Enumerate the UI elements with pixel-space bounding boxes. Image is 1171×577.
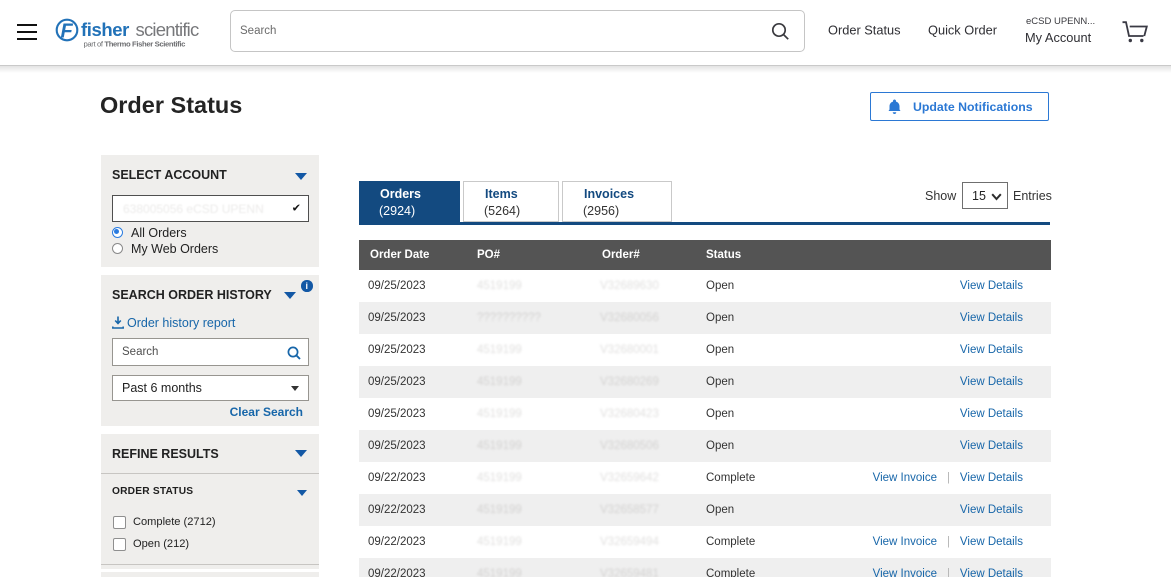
- svg-text:part of Thermo Fisher Scientif: part of Thermo Fisher Scientific: [84, 40, 187, 49]
- svg-text:fisher: fisher: [81, 19, 129, 40]
- svg-text:scientific: scientific: [136, 19, 199, 40]
- svg-text:F: F: [61, 21, 74, 43]
